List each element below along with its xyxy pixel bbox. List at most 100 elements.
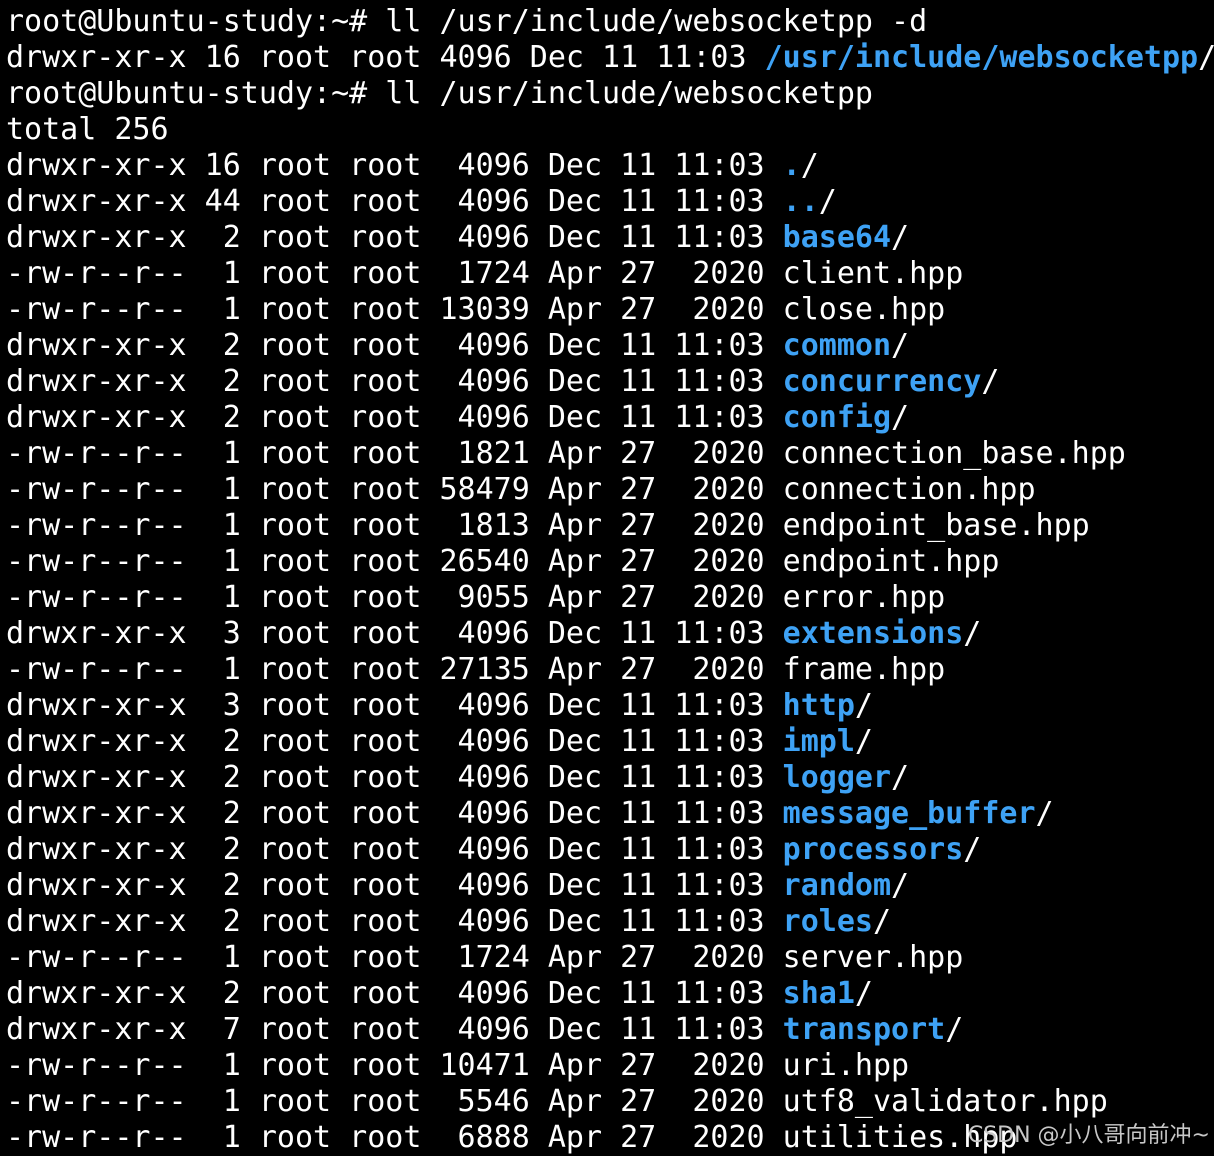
directory-name: . (782, 148, 801, 183)
listing-line: drwxr-xr-x 44 root root 4096 Dec 11 11:0… (6, 184, 1214, 220)
listing-line: -rw-r--r-- 1 root root 13039 Apr 27 2020… (6, 292, 1214, 328)
directory-name: .. (782, 184, 819, 219)
terminal-output[interactable]: root@Ubuntu-study:~# ll /usr/include/web… (6, 4, 1214, 1156)
file-attributes: drwxr-xr-x 7 root root 4096 Dec 11 11:03 (6, 1012, 783, 1047)
listing-line: total 256 (6, 112, 1214, 148)
directory-slash: / (1035, 796, 1054, 831)
listing-line: drwxr-xr-x 2 root root 4096 Dec 11 11:03… (6, 364, 1214, 400)
file-name: endpoint_base.hpp (782, 508, 1090, 543)
directory-slash: / (891, 868, 910, 903)
directory-name: processors (782, 832, 964, 867)
file-attributes: drwxr-xr-x 2 root root 4096 Dec 11 11:03 (6, 904, 783, 939)
listing-line: -rw-r--r-- 1 root root 5546 Apr 27 2020 … (6, 1084, 1214, 1120)
file-attributes: drwxr-xr-x 2 root root 4096 Dec 11 11:03 (6, 868, 783, 903)
directory-name: transport (782, 1012, 946, 1047)
file-attributes: drwxr-xr-x 2 root root 4096 Dec 11 11:03 (6, 724, 783, 759)
directory-slash: / (891, 400, 910, 435)
file-name: close.hpp (782, 292, 946, 327)
command-text: ll /usr/include/websocketpp (385, 76, 873, 111)
listing-line: drwxr-xr-x 3 root root 4096 Dec 11 11:03… (6, 688, 1214, 724)
listing-line: drwxr-xr-x 2 root root 4096 Dec 11 11:03… (6, 220, 1214, 256)
directory-name: message_buffer (782, 796, 1036, 831)
shell-prompt: root@Ubuntu-study:~# (6, 4, 386, 39)
directory-name: /usr/include/websocketpp (764, 40, 1199, 75)
directory-slash: / (854, 688, 873, 723)
file-name: connection.hpp (782, 472, 1036, 507)
listing-line: drwxr-xr-x 16 root root 4096 Dec 11 11:0… (6, 148, 1214, 184)
directory-slash: / (854, 976, 873, 1011)
file-attributes: -rw-r--r-- 1 root root 27135 Apr 27 2020 (6, 652, 783, 687)
file-attributes: -rw-r--r-- 1 root root 13039 Apr 27 2020 (6, 292, 783, 327)
file-attributes: total 256 (6, 112, 169, 147)
directory-slash: / (854, 724, 873, 759)
listing-line: drwxr-xr-x 2 root root 4096 Dec 11 11:03… (6, 832, 1214, 868)
listing-line: -rw-r--r-- 1 root root 1724 Apr 27 2020 … (6, 256, 1214, 292)
listing-line: -rw-r--r-- 1 root root 1813 Apr 27 2020 … (6, 508, 1214, 544)
listing-line: drwxr-xr-x 2 root root 4096 Dec 11 11:03… (6, 400, 1214, 436)
file-attributes: -rw-r--r-- 1 root root 9055 Apr 27 2020 (6, 580, 783, 615)
directory-slash: / (891, 328, 910, 363)
listing-line: drwxr-xr-x 2 root root 4096 Dec 11 11:03… (6, 328, 1214, 364)
listing-line: -rw-r--r-- 1 root root 9055 Apr 27 2020 … (6, 580, 1214, 616)
listing-line: drwxr-xr-x 2 root root 4096 Dec 11 11:03… (6, 760, 1214, 796)
file-attributes: -rw-r--r-- 1 root root 5546 Apr 27 2020 (6, 1084, 783, 1119)
csdn-watermark: CSDN @小八哥向前冲~ (967, 1123, 1210, 1148)
command-text: ll /usr/include/websocketpp -d (385, 4, 928, 39)
file-name: error.hpp (782, 580, 946, 615)
directory-slash: / (963, 832, 982, 867)
file-attributes: -rw-r--r-- 1 root root 6888 Apr 27 2020 (6, 1120, 783, 1155)
file-attributes: -rw-r--r-- 1 root root 1821 Apr 27 2020 (6, 436, 783, 471)
file-attributes: -rw-r--r-- 1 root root 10471 Apr 27 2020 (6, 1048, 783, 1083)
directory-name: roles (782, 904, 873, 939)
file-name: client.hpp (782, 256, 964, 291)
file-attributes: drwxr-xr-x 2 root root 4096 Dec 11 11:03 (6, 832, 783, 867)
listing-line: -rw-r--r-- 1 root root 10471 Apr 27 2020… (6, 1048, 1214, 1084)
file-attributes: drwxr-xr-x 2 root root 4096 Dec 11 11:03 (6, 976, 783, 1011)
directory-slash: / (800, 148, 819, 183)
listing-line: drwxr-xr-x 2 root root 4096 Dec 11 11:03… (6, 796, 1214, 832)
listing-line: drwxr-xr-x 16 root root 4096 Dec 11 11:0… (6, 40, 1214, 76)
command-line: root@Ubuntu-study:~# ll /usr/include/web… (6, 76, 1214, 112)
directory-slash: / (945, 1012, 964, 1047)
file-attributes: drwxr-xr-x 16 root root 4096 Dec 11 11:0… (6, 40, 765, 75)
file-attributes: drwxr-xr-x 3 root root 4096 Dec 11 11:03 (6, 616, 783, 651)
listing-line: drwxr-xr-x 7 root root 4096 Dec 11 11:03… (6, 1012, 1214, 1048)
directory-slash: / (981, 364, 1000, 399)
directory-name: impl (782, 724, 855, 759)
file-name: frame.hpp (782, 652, 946, 687)
directory-name: logger (782, 760, 892, 795)
listing-line: -rw-r--r-- 1 root root 26540 Apr 27 2020… (6, 544, 1214, 580)
file-name: utf8_validator.hpp (782, 1084, 1108, 1119)
listing-line: drwxr-xr-x 2 root root 4096 Dec 11 11:03… (6, 904, 1214, 940)
listing-line: -rw-r--r-- 1 root root 1821 Apr 27 2020 … (6, 436, 1214, 472)
file-name: server.hpp (782, 940, 964, 975)
directory-slash: / (963, 616, 982, 651)
file-attributes: drwxr-xr-x 2 root root 4096 Dec 11 11:03 (6, 760, 783, 795)
file-attributes: drwxr-xr-x 16 root root 4096 Dec 11 11:0… (6, 148, 783, 183)
directory-name: extensions (782, 616, 964, 651)
file-attributes: drwxr-xr-x 2 root root 4096 Dec 11 11:03 (6, 796, 783, 831)
file-attributes: -rw-r--r-- 1 root root 58479 Apr 27 2020 (6, 472, 783, 507)
directory-name: http (782, 688, 855, 723)
directory-slash: / (818, 184, 837, 219)
directory-slash: / (872, 904, 892, 939)
directory-slash: / (891, 220, 910, 255)
directory-name: concurrency (782, 364, 982, 399)
file-name: connection_base.hpp (782, 436, 1126, 471)
file-attributes: drwxr-xr-x 44 root root 4096 Dec 11 11:0… (6, 184, 783, 219)
listing-line: -rw-r--r-- 1 root root 1724 Apr 27 2020 … (6, 940, 1214, 976)
file-name: uri.hpp (782, 1048, 910, 1083)
command-line: root@Ubuntu-study:~# ll /usr/include/web… (6, 4, 1214, 40)
shell-prompt: root@Ubuntu-study:~# (6, 76, 386, 111)
file-attributes: drwxr-xr-x 2 root root 4096 Dec 11 11:03 (6, 328, 783, 363)
directory-name: common (782, 328, 892, 363)
file-attributes: drwxr-xr-x 2 root root 4096 Dec 11 11:03 (6, 364, 783, 399)
file-attributes: drwxr-xr-x 2 root root 4096 Dec 11 11:03 (6, 220, 783, 255)
file-attributes: -rw-r--r-- 1 root root 26540 Apr 27 2020 (6, 544, 783, 579)
listing-line: drwxr-xr-x 2 root root 4096 Dec 11 11:03… (6, 868, 1214, 904)
file-attributes: -rw-r--r-- 1 root root 1724 Apr 27 2020 (6, 940, 783, 975)
directory-slash: / (891, 760, 910, 795)
directory-name: random (782, 868, 892, 903)
file-attributes: -rw-r--r-- 1 root root 1813 Apr 27 2020 (6, 508, 783, 543)
listing-line: drwxr-xr-x 2 root root 4096 Dec 11 11:03… (6, 724, 1214, 760)
